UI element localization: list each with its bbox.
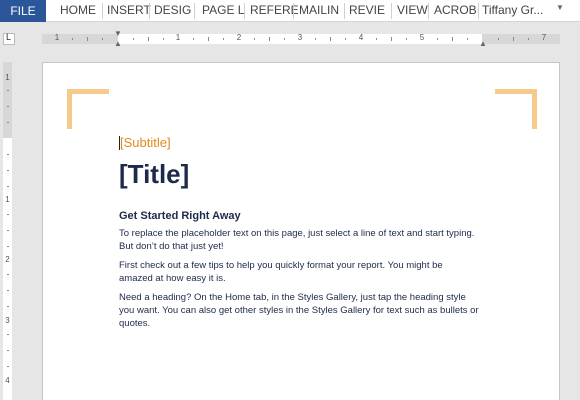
section-heading[interactable]: Get Started Right Away (119, 209, 479, 223)
ruler-tick (513, 37, 514, 41)
ruler-tick (193, 38, 194, 40)
tab-review[interactable]: REVIE (349, 0, 385, 22)
tab-divider (391, 3, 392, 19)
chevron-down-icon[interactable]: ▼ (556, 3, 564, 12)
tab-divider (344, 3, 345, 19)
ruler-tick (284, 38, 285, 40)
ruler-tick (528, 38, 529, 40)
ruler-tick (452, 37, 453, 41)
ruler-tick (406, 38, 407, 40)
tab-divider (428, 3, 429, 19)
right-indent-marker[interactable]: ▲ (479, 40, 487, 48)
first-line-indent-marker[interactable]: ▼ (114, 30, 122, 38)
tab-file[interactable]: FILE (0, 0, 46, 22)
vertical-ruler-number: 1 (5, 195, 10, 204)
horizontal-ruler-row: L 1 1 2 3 4 5 7 ▼ ▲ ▲ (0, 23, 580, 53)
ruler-number: 7 (541, 33, 547, 42)
tab-stop-selector[interactable]: L (3, 32, 15, 45)
title-placeholder[interactable]: [Title] (119, 158, 479, 190)
body-paragraph[interactable]: To replace the placeholder text on this … (119, 227, 479, 253)
body-paragraph[interactable]: First check out a few tips to help you q… (119, 259, 479, 285)
ruler-tick (467, 38, 468, 40)
vertical-ruler-tick (7, 290, 9, 291)
tab-divider (293, 3, 294, 19)
vertical-ruler-tick (7, 274, 9, 275)
tab-insert[interactable]: INSERT (107, 0, 151, 22)
corner-accent-top-right (532, 89, 537, 129)
vertical-ruler-tick (7, 122, 9, 123)
vertical-ruler-number: 1 (5, 73, 10, 82)
vertical-ruler-number: 2 (5, 255, 10, 264)
ruler-tick (391, 37, 392, 41)
ruler-number: 5 (419, 33, 425, 42)
tab-acrobat[interactable]: ACROB (434, 0, 477, 22)
ruler-number: 4 (358, 33, 364, 42)
horizontal-ruler[interactable]: 1 1 2 3 4 5 7 ▼ ▲ ▲ (42, 30, 560, 48)
subtitle-text: [Subtitle] (120, 135, 171, 150)
ruler-number: 2 (236, 33, 242, 42)
ruler-tick (315, 38, 316, 40)
document-page[interactable]: [Subtitle] [Title] Get Started Right Awa… (42, 62, 560, 400)
tab-divider (194, 3, 195, 19)
corner-accent-top-left (67, 89, 72, 129)
tab-home[interactable]: HOME (60, 0, 96, 22)
tab-page-layout[interactable]: PAGE L (202, 0, 244, 22)
vertical-ruler-tick (7, 246, 9, 247)
vertical-ruler-number: 3 (5, 316, 10, 325)
tab-references[interactable]: REFERE (250, 0, 299, 22)
vertical-ruler-tick (7, 350, 9, 351)
hanging-indent-marker[interactable]: ▲ (114, 40, 122, 48)
vertical-ruler-tick (7, 186, 9, 187)
ruler-tick (498, 38, 499, 40)
vertical-ruler-tick (7, 106, 9, 107)
vertical-ruler-tick (7, 334, 9, 335)
corner-accent-top-right (495, 89, 537, 94)
ribbon-tab-bar: FILE HOME INSERT DESIG PAGE L REFERE MAI… (0, 0, 580, 22)
tab-design[interactable]: DESIG (154, 0, 191, 22)
vertical-ruler-tick (7, 90, 9, 91)
ruler-tick (148, 37, 149, 41)
vertical-ruler-number: 4 (5, 376, 10, 385)
vertical-ruler-tick (7, 230, 9, 231)
ruler-tick (376, 38, 377, 40)
tab-view[interactable]: VIEW (397, 0, 428, 22)
tab-divider (102, 3, 103, 19)
document-body[interactable]: [Subtitle] [Title] Get Started Right Awa… (119, 135, 479, 330)
vertical-ruler-tick (7, 154, 9, 155)
vertical-ruler-tick (7, 306, 9, 307)
ruler-tick (208, 37, 209, 41)
corner-accent-top-left (67, 89, 109, 94)
subtitle-placeholder[interactable]: [Subtitle] (119, 135, 479, 151)
tab-stop-selector-symbol: L (6, 32, 12, 42)
user-account-name[interactable]: Tiffany Gr... (482, 0, 543, 22)
text-cursor (119, 136, 120, 150)
ruler-tick (269, 37, 270, 41)
ruler-tick (223, 38, 224, 40)
vertical-ruler[interactable]: 1 1 2 3 4 (3, 62, 12, 400)
ruler-number: 3 (297, 33, 303, 42)
ruler-tick (87, 37, 88, 41)
vertical-ruler-tick (7, 214, 9, 215)
ruler-tick (330, 37, 331, 41)
ruler-tick (102, 38, 103, 40)
ruler-tick (345, 38, 346, 40)
ruler-number: 1 (175, 33, 181, 42)
ruler-tick (72, 38, 73, 40)
ruler-tick (133, 38, 134, 40)
vertical-ruler-tick (7, 170, 9, 171)
ruler-number: 1 (54, 33, 60, 42)
tab-divider (478, 3, 479, 19)
tab-mailings[interactable]: MAILIN (299, 0, 339, 22)
vertical-ruler-tick (7, 366, 9, 367)
ruler-tick (437, 38, 438, 40)
ruler-tick (163, 38, 164, 40)
ruler-tick (254, 38, 255, 40)
tab-divider (244, 3, 245, 19)
tab-divider (149, 3, 150, 19)
body-paragraph[interactable]: Need a heading? On the Home tab, in the … (119, 291, 479, 330)
